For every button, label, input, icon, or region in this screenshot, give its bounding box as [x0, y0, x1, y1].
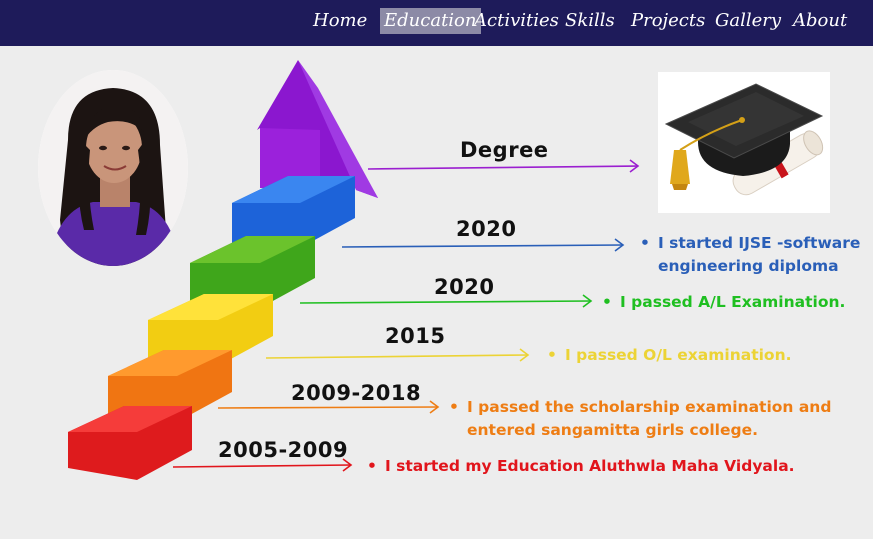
timeline-text-line: I passed O/L examination.	[565, 346, 792, 364]
timeline-year-degree: Degree	[460, 138, 549, 162]
timeline-year-2020-ijse: 2020	[456, 217, 517, 241]
bullet-dot: •	[547, 346, 557, 364]
timeline-item-ijse: • I started IJSE -software engineering d…	[640, 232, 861, 278]
timeline-year-2020-al: 2020	[434, 275, 495, 299]
timeline-year-2009-2018: 2009-2018	[291, 381, 422, 405]
timeline-year-2015: 2015	[385, 324, 446, 348]
timeline-item-al: • I passed A/L Examination.	[602, 291, 846, 314]
timeline-text-line: I passed A/L Examination.	[620, 293, 846, 311]
timeline-text-line: entered sangamitta girls college.	[467, 421, 758, 439]
timeline-text-line: I passed the scholarship examination and	[467, 398, 832, 416]
bullet-dot: •	[367, 457, 377, 475]
timeline-item-ol: • I passed O/L examination.	[547, 344, 792, 367]
bullet-dot: •	[449, 398, 459, 416]
bullet-dot: •	[602, 293, 612, 311]
timeline-item-scholarship: • I passed the scholarship examination a…	[449, 396, 832, 442]
timeline-text-line: engineering diploma	[658, 257, 839, 275]
timeline-text-line: I started IJSE -software	[658, 234, 861, 252]
graduation-cap-image	[658, 72, 830, 213]
timeline-year-2005-2009: 2005-2009	[218, 438, 349, 462]
timeline-item-primary: • I started my Education Aluthwla Maha V…	[367, 455, 795, 478]
bullet-dot: •	[640, 234, 650, 252]
timeline-text-line: I started my Education Aluthwla Maha Vid…	[385, 457, 795, 475]
